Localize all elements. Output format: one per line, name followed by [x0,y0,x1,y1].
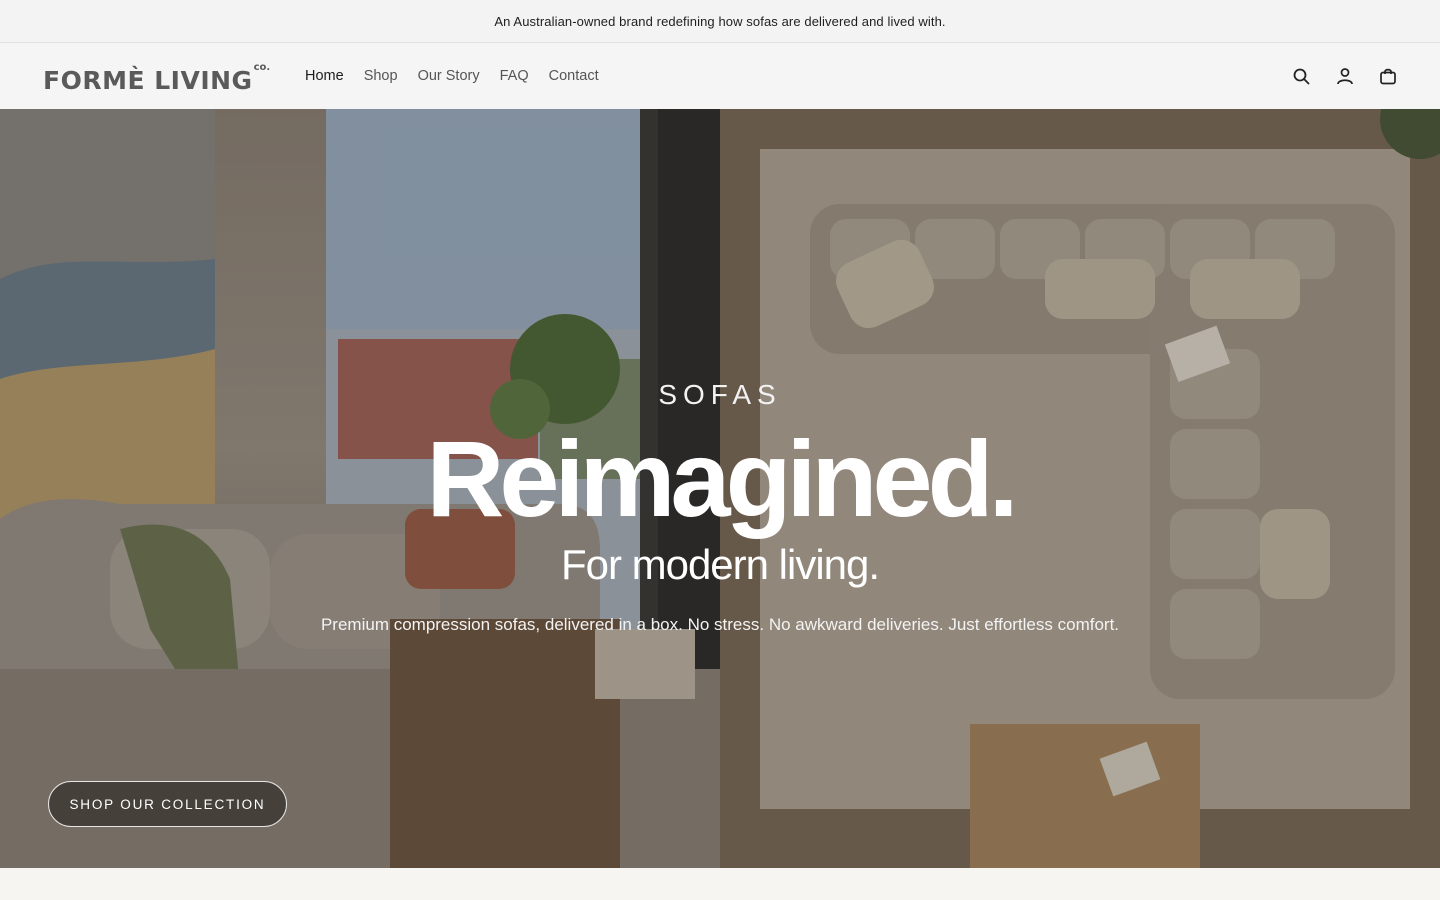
hero-description: Premium compression sofas, delivered in … [320,615,1120,634]
search-icon[interactable] [1292,67,1311,86]
announcement-bar: An Australian-owned brand redefining how… [0,0,1440,43]
hero-eyebrow: SOFAS [658,379,782,410]
site-header: FORMÈ LIVING co. Home Shop Our Story FAQ… [0,43,1440,109]
nav-home[interactable]: Home [305,68,344,84]
hero-subtitle: For modern living. [560,541,880,588]
brand-logo[interactable]: FORMÈ LIVING co. [43,58,270,93]
announcement-text: An Australian-owned brand redefining how… [494,13,946,29]
shop-collection-button[interactable]: SHOP OUR COLLECTION [48,781,287,827]
hero-banner: SOFAS Reimagined. For modern living. Pre… [0,109,1440,869]
nav-faq[interactable]: FAQ [500,68,529,84]
cart-icon[interactable] [1378,67,1397,86]
nav-contact[interactable]: Contact [549,68,599,84]
header-actions [1292,43,1397,109]
hero-title: Reimagined. [426,418,1018,539]
logo-suffix: co. [253,62,271,73]
hero-content: SOFAS Reimagined. For modern living. Pre… [0,379,1440,635]
main-navigation: Home Shop Our Story FAQ Contact [305,43,619,109]
nav-shop[interactable]: Shop [364,68,398,84]
account-icon[interactable] [1335,67,1354,86]
page-content-start [0,868,1440,900]
logo-wordmark: FORMÈ LIVING [43,66,253,95]
nav-our-story[interactable]: Our Story [418,68,480,84]
